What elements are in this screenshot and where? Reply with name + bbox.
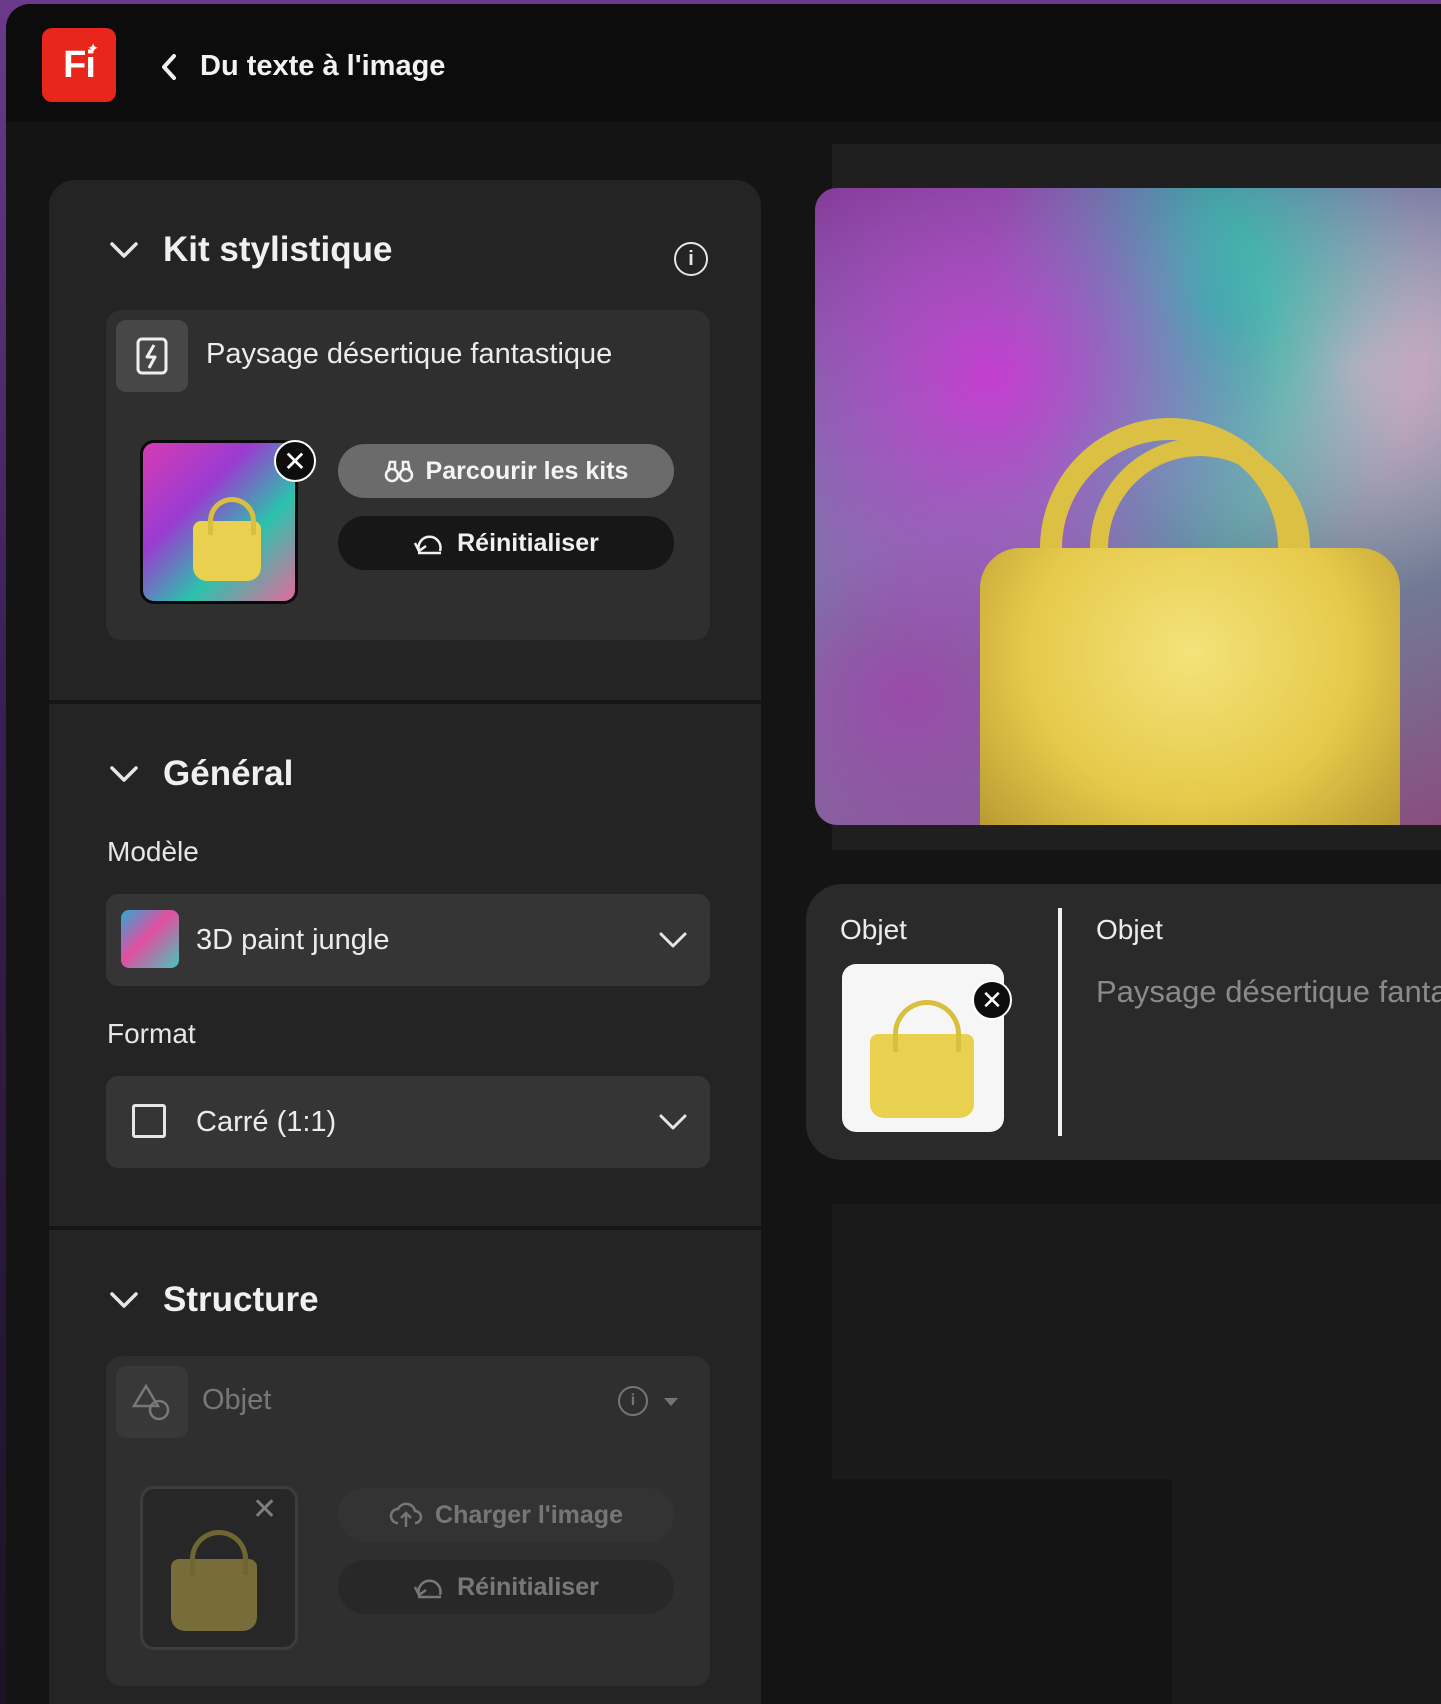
general-section: Général Modèle 3D paint jungle Format Ca… [49, 704, 761, 1186]
chevron-down-icon [659, 1114, 687, 1130]
lower-placeholder-inner [832, 1479, 1172, 1704]
browse-kits-button[interactable]: Parcourir les kits [338, 444, 674, 498]
lower-placeholder [832, 1204, 1441, 1704]
close-icon: ✕ [283, 445, 307, 477]
model-value: 3D paint jungle [196, 924, 390, 956]
upload-image-button[interactable]: Charger l'image [338, 1488, 674, 1542]
structure-disabled-overlay: Objet i ✕ Charger l'image Réinitialiser [106, 1356, 710, 1686]
app-window: Fi ✦ Du texte à l'image Kit stylistique … [6, 4, 1441, 1704]
remove-object-button[interactable]: ✕ [972, 980, 1012, 1020]
undo-icon [414, 1579, 442, 1599]
bag-image [171, 1530, 257, 1631]
model-thumbnail [121, 910, 179, 968]
structure-type: Objet [202, 1384, 272, 1416]
cloud-upload-icon [389, 1502, 423, 1527]
object-reference-card: Objet ✕ Objet Paysage désertique fantas [806, 884, 1441, 1160]
undo-icon [414, 535, 442, 555]
shapes-icon [116, 1366, 188, 1438]
general-title: Général [163, 754, 294, 793]
info-icon[interactable]: i [674, 242, 708, 276]
binoculars-icon [384, 460, 413, 483]
object-title: Objet [1096, 914, 1163, 945]
browse-kits-label: Parcourir les kits [425, 456, 629, 485]
chevron-down-icon [110, 242, 138, 258]
firefly-logo[interactable]: Fi ✦ [42, 28, 116, 102]
page-title: Du texte à l'image [200, 50, 446, 82]
structure-title: Structure [163, 1280, 319, 1319]
object-description: Paysage désertique fantas [1096, 974, 1441, 1009]
kit-name: Paysage désertique fantastique [206, 338, 613, 370]
kit-thumbnail-image [143, 443, 295, 601]
style-kit-title: Kit stylistique [163, 230, 393, 269]
reset-kit-label: Réinitialiser [457, 528, 599, 557]
structure-header[interactable]: Structure [109, 1280, 319, 1320]
chevron-down-icon [110, 1292, 138, 1308]
format-label: Format [107, 1018, 196, 1049]
sparkle-icon: ✦ [87, 40, 99, 56]
chevron-down-icon [110, 766, 138, 782]
style-kit-section: Kit stylistique i Paysage désertique fan… [49, 180, 761, 700]
close-icon[interactable]: ✕ [252, 1492, 277, 1527]
object-label: Objet [840, 914, 907, 945]
bag-image [193, 497, 261, 581]
upload-image-label: Charger l'image [435, 1500, 623, 1529]
shapes-glyph [132, 1383, 170, 1421]
top-bar: Fi ✦ Du texte à l'image [6, 4, 1441, 122]
model-dropdown[interactable]: 3D paint jungle [106, 894, 710, 986]
square-icon [132, 1104, 166, 1138]
kit-glyph [136, 337, 168, 375]
bag-image [870, 1000, 974, 1118]
lightning-kit-icon [116, 320, 188, 392]
format-value: Carré (1:1) [196, 1106, 337, 1138]
chevron-down-icon [659, 932, 687, 948]
chevron-left-icon [162, 54, 176, 80]
close-icon: ✕ [981, 984, 1003, 1015]
reset-kit-button[interactable]: Réinitialiser [338, 516, 674, 570]
general-header[interactable]: Général [109, 754, 293, 794]
structure-card: Objet i ✕ Charger l'image Réinitialiser [106, 1356, 710, 1686]
structure-section: Structure Objet i ✕ Charger l'image Réin… [49, 1230, 761, 1704]
generated-image[interactable] [815, 188, 1441, 825]
style-kit-header[interactable]: Kit stylistique [109, 230, 392, 270]
remove-kit-button[interactable]: ✕ [274, 440, 316, 482]
bag-image [980, 548, 1400, 825]
reset-structure-button[interactable]: Réinitialiser [338, 1560, 674, 1614]
reset-structure-label: Réinitialiser [457, 1572, 599, 1601]
settings-panel: Kit stylistique i Paysage désertique fan… [49, 180, 761, 1704]
info-icon[interactable]: i [618, 1386, 648, 1416]
divider [1058, 908, 1062, 1136]
format-dropdown[interactable]: Carré (1:1) [106, 1076, 710, 1168]
model-label: Modèle [107, 836, 199, 867]
caret-down-icon[interactable] [662, 1396, 680, 1408]
back-button[interactable] [156, 50, 182, 84]
style-kit-card: Paysage désertique fantastique ✕ Parcour… [106, 310, 710, 640]
